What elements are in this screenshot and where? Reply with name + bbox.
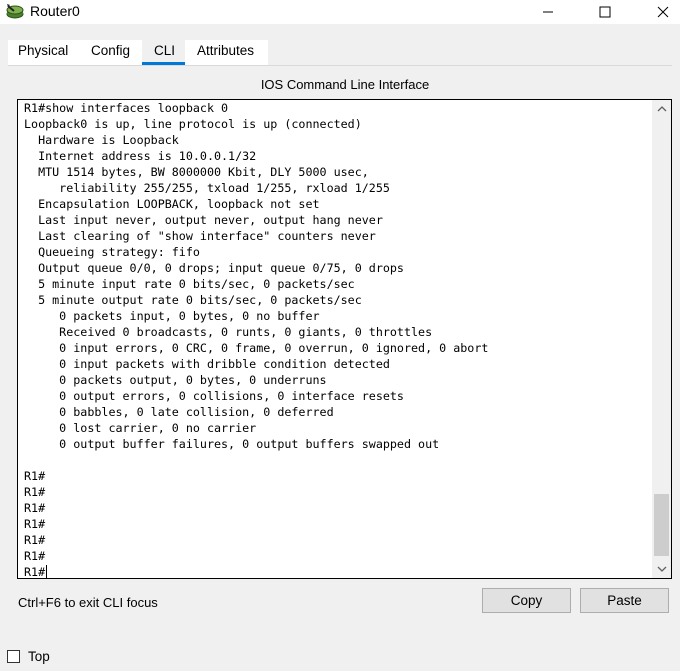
cli-terminal[interactable]: R1#show interfaces loopback 0 Loopback0 … [17,99,672,579]
close-icon [657,6,669,18]
close-button[interactable] [640,0,680,24]
tab-config[interactable]: Config [91,43,130,65]
tab-attributes[interactable]: Attributes [197,43,254,65]
copy-button[interactable]: Copy [482,588,571,613]
scrollbar-thumb[interactable] [654,494,669,556]
top-checkbox[interactable] [7,650,20,663]
cli-focus-hint: Ctrl+F6 to exit CLI focus [18,595,158,610]
tab-bar: Physical Config CLI Attributes [0,24,680,66]
tab-physical[interactable]: Physical [18,43,68,65]
minimize-icon [543,11,553,13]
top-label: Top [28,649,50,664]
paste-button[interactable]: Paste [580,588,669,613]
minimize-button[interactable] [525,0,571,24]
maximize-button[interactable] [582,0,628,24]
terminal-scrollbar[interactable] [652,100,671,578]
chevron-up-icon [657,106,666,112]
scroll-up-button[interactable] [652,100,671,118]
title-bar: Router0 [0,0,680,24]
router-icon [5,3,25,21]
panel-title: IOS Command Line Interface [260,77,430,92]
window-title: Router0 [30,3,80,19]
bottom-bar [0,641,680,671]
text-cursor [46,565,47,578]
maximize-icon [599,6,611,18]
scroll-down-button[interactable] [652,560,671,578]
chevron-down-icon [657,566,666,572]
terminal-output[interactable]: R1#show interfaces loopback 0 Loopback0 … [24,100,644,580]
